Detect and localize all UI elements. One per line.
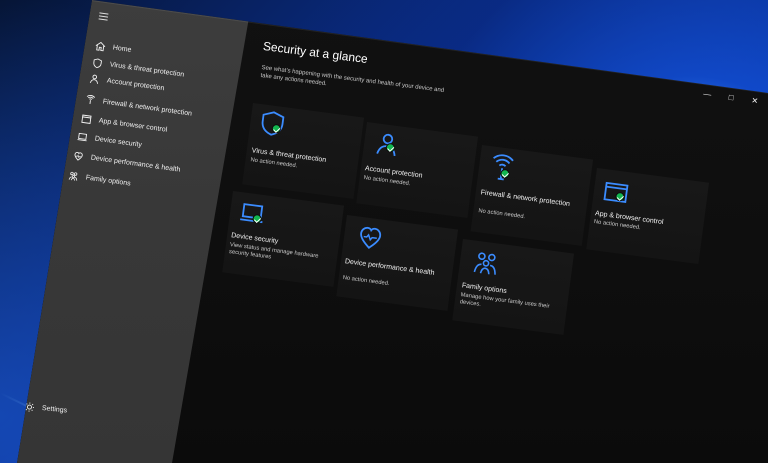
minimize-button[interactable]: — bbox=[702, 89, 713, 100]
heart-icon bbox=[354, 223, 385, 254]
card-status: No action needed. bbox=[477, 208, 526, 221]
heart-icon bbox=[72, 150, 84, 162]
card-family-options[interactable]: Family options Manage how your family us… bbox=[452, 239, 575, 335]
settings-label: Settings bbox=[41, 404, 68, 415]
page-title: Security at a glance bbox=[262, 39, 369, 67]
card-device-security[interactable]: Device security View status and manage h… bbox=[222, 191, 345, 287]
laptop-icon bbox=[236, 198, 267, 229]
laptop-icon bbox=[76, 131, 88, 143]
family-icon bbox=[470, 248, 501, 279]
hamburger-menu-icon[interactable] bbox=[98, 11, 109, 21]
person-icon bbox=[88, 73, 100, 85]
card-account-protection[interactable]: Account protection No action needed. bbox=[356, 122, 479, 218]
browser-icon bbox=[80, 113, 92, 125]
card-app-browser-control[interactable]: App & browser control No action needed. bbox=[586, 168, 710, 265]
card-virus-threat-protection[interactable]: Virus & threat protection No action need… bbox=[242, 103, 365, 199]
maximize-button[interactable]: □ bbox=[725, 92, 736, 103]
page-subtitle: See what's happening with the security a… bbox=[260, 64, 445, 94]
card-status: No action needed. bbox=[342, 275, 390, 288]
card-firewall-network-protection[interactable]: Firewall & network protection No action … bbox=[470, 145, 594, 246]
home-icon bbox=[94, 40, 106, 52]
shield-icon bbox=[257, 108, 288, 139]
card-title: Firewall & network protection bbox=[480, 189, 571, 208]
card-device-performance-health[interactable]: Device performance & health No action ne… bbox=[336, 215, 459, 311]
security-window: — □ ✕ Home Virus & threat protection Acc… bbox=[17, 0, 768, 463]
window-controls: — □ ✕ bbox=[702, 89, 761, 107]
family-icon bbox=[67, 170, 79, 182]
gear-icon bbox=[23, 401, 35, 413]
sidebar-item-label: Home bbox=[112, 44, 132, 54]
wifi-icon bbox=[84, 94, 96, 106]
shield-icon bbox=[91, 57, 103, 69]
desktop-background: — □ ✕ Home Virus & threat protection Acc… bbox=[0, 0, 768, 463]
close-button[interactable]: ✕ bbox=[749, 96, 760, 107]
card-title: Device performance & health bbox=[344, 258, 435, 277]
